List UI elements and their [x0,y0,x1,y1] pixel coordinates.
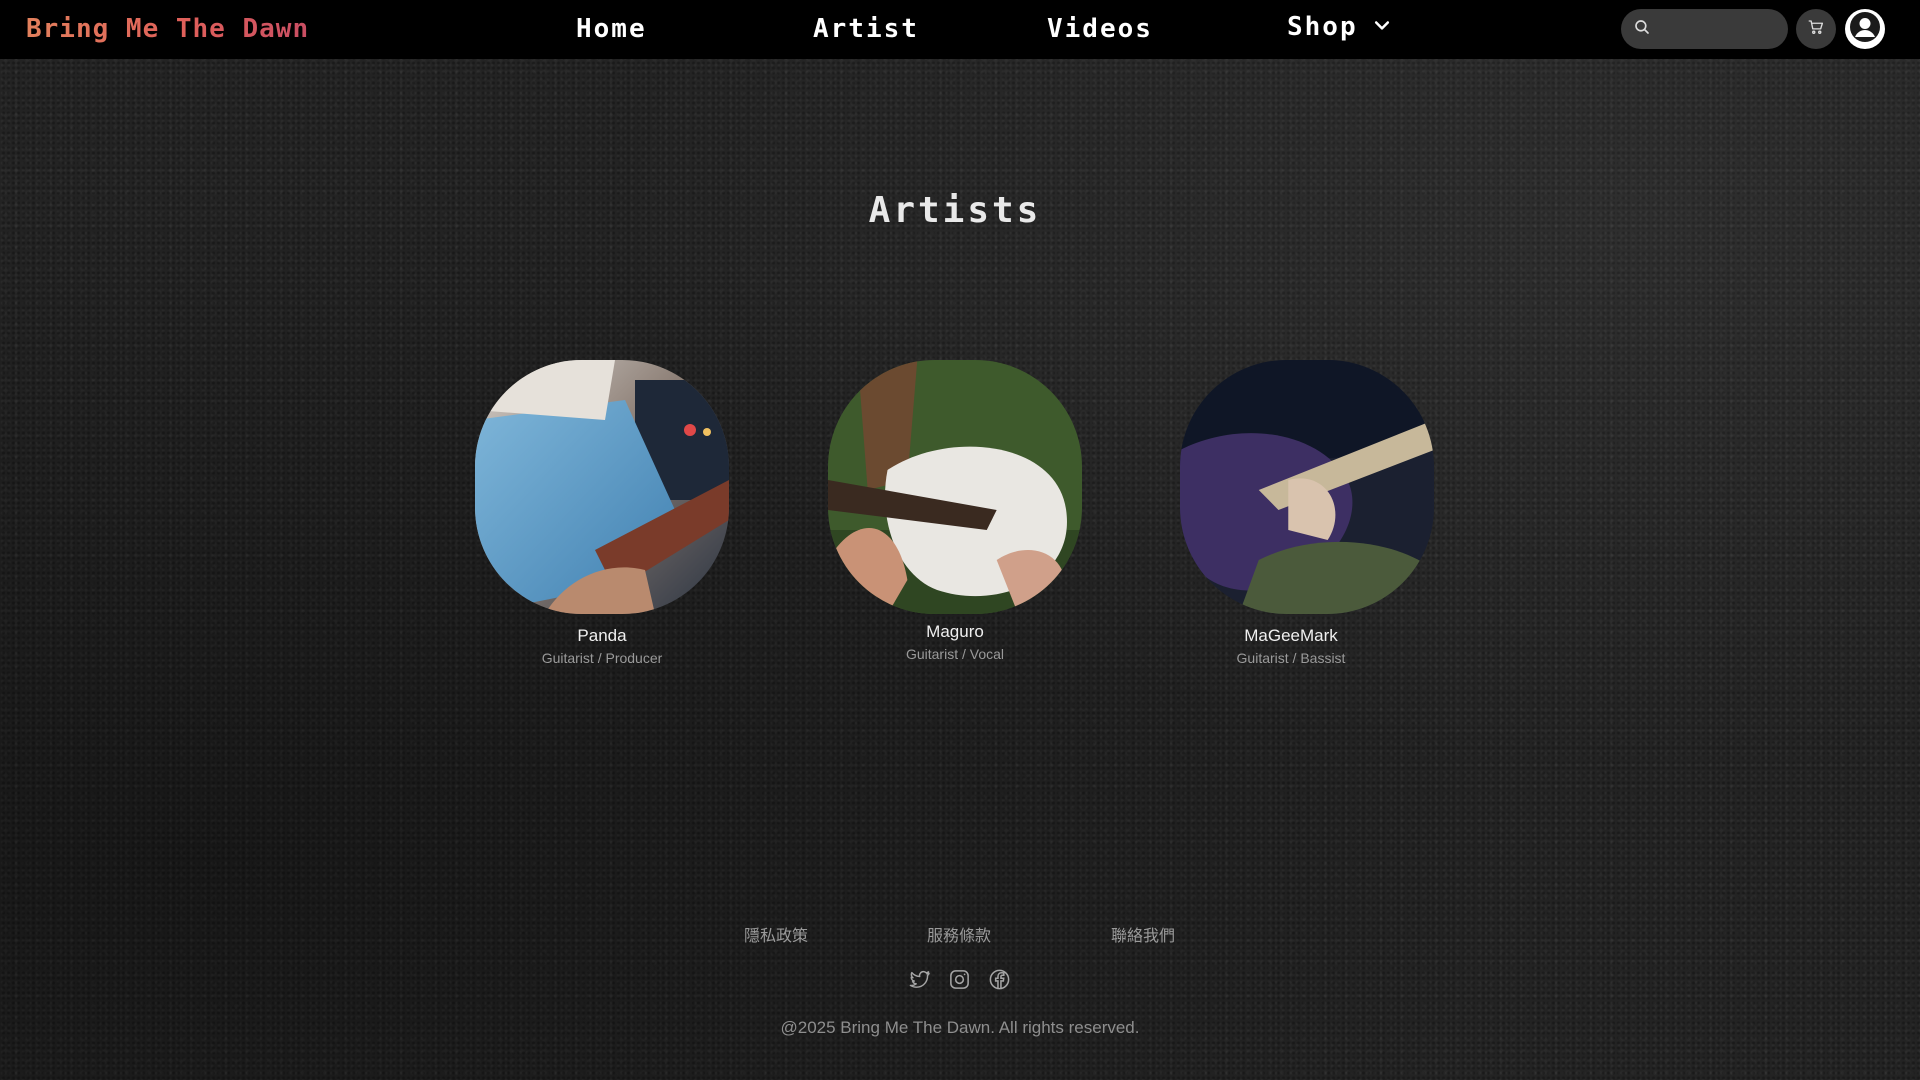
cart-button[interactable] [1796,9,1836,49]
nav-artist-link[interactable]: Artist [813,14,919,44]
artist-role: Guitarist / Vocal [905,646,1005,662]
nav-shop-dropdown[interactable]: Shop [1287,12,1392,42]
instagram-icon[interactable] [948,968,971,991]
search-box[interactable] [1621,9,1788,49]
artist-photo [828,360,1082,614]
nav-videos-link[interactable]: Videos [1047,14,1153,44]
artist-photo [475,360,729,614]
artist-role: Guitarist / Bassist [1236,650,1346,666]
artist-role: Guitarist / Producer [541,650,663,666]
artist-photo [1180,360,1434,614]
facebook-icon[interactable] [988,968,1011,991]
artist-name: MaGeeMark [1244,626,1338,645]
artist-card-maguro[interactable]: Maguro Guitarist / Vocal [827,360,1083,662]
footer-link-privacy[interactable]: 隱私政策 [744,922,808,946]
cart-icon [1807,18,1825,40]
social-links [908,968,1011,991]
copyright-text: @2025 Bring Me The Dawn. All rights rese… [780,1018,1140,1037]
footer-link-contact[interactable]: 聯絡我們 [1111,922,1175,946]
search-icon [1633,18,1651,40]
artist-name: Maguro [926,622,984,641]
brand-logo[interactable]: Bring Me The Dawn [26,14,309,44]
artist-name: Panda [577,626,627,645]
chevron-down-icon [1372,12,1392,42]
artist-card-mageemark[interactable]: MaGeeMark Guitarist / Bassist [1178,360,1436,666]
search-input[interactable] [1659,21,1779,37]
nav-home-link[interactable]: Home [576,14,647,44]
artist-card-panda[interactable]: Panda Guitarist / Producer [475,360,729,666]
navbar: Bring Me The Dawn Home Artist Videos Sho… [0,0,1920,59]
twitter-icon[interactable] [908,968,931,991]
page-title: Artists [868,190,1042,231]
footer-links: 隱私政策 服務條款 聯絡我們 [0,922,1920,946]
user-avatar-icon [1849,11,1881,47]
user-avatar[interactable] [1845,9,1885,49]
nav-shop-label: Shop [1287,12,1358,42]
footer-link-terms[interactable]: 服務條款 [927,922,991,946]
